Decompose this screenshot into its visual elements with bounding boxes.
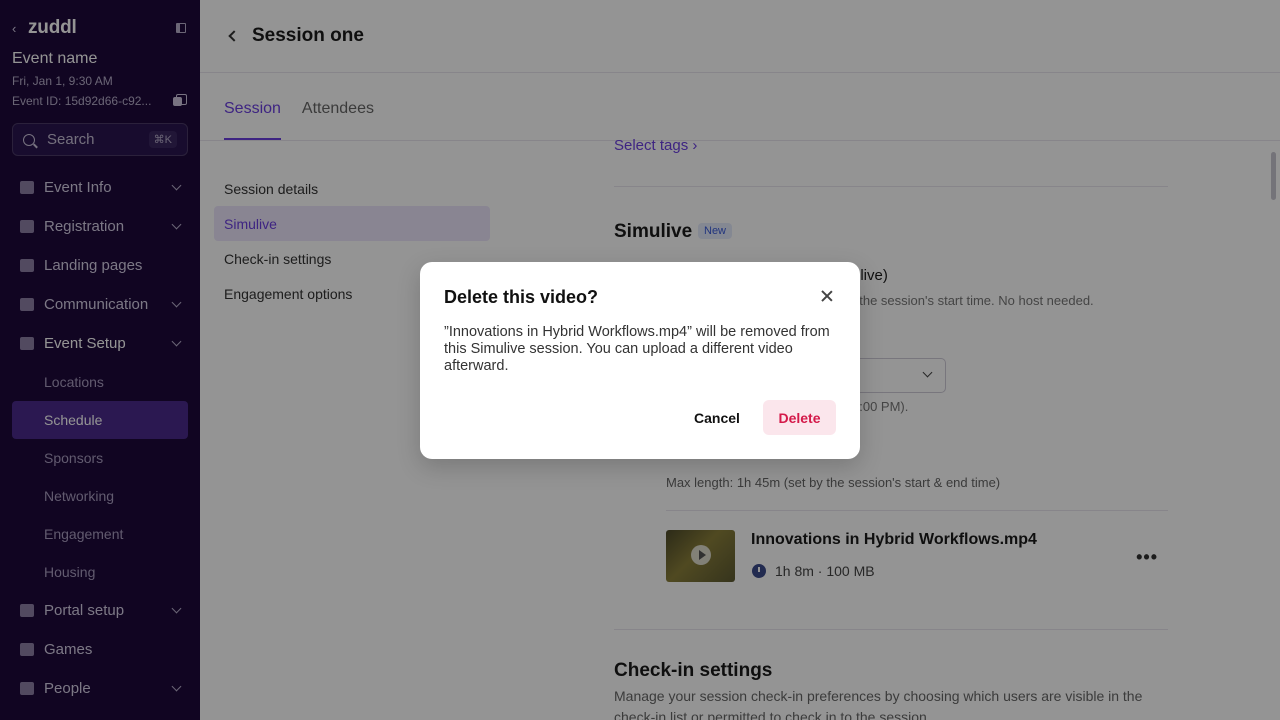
dialog-title: Delete this video? bbox=[444, 287, 599, 307]
cancel-button[interactable]: Cancel bbox=[682, 401, 752, 434]
delete-button[interactable]: Delete bbox=[763, 400, 836, 435]
delete-video-dialog: Delete this video? ”Innovations in Hybri… bbox=[420, 262, 860, 459]
dialog-message: ”Innovations in Hybrid Workflows.mp4” wi… bbox=[444, 324, 830, 374]
close-icon[interactable] bbox=[820, 289, 834, 303]
